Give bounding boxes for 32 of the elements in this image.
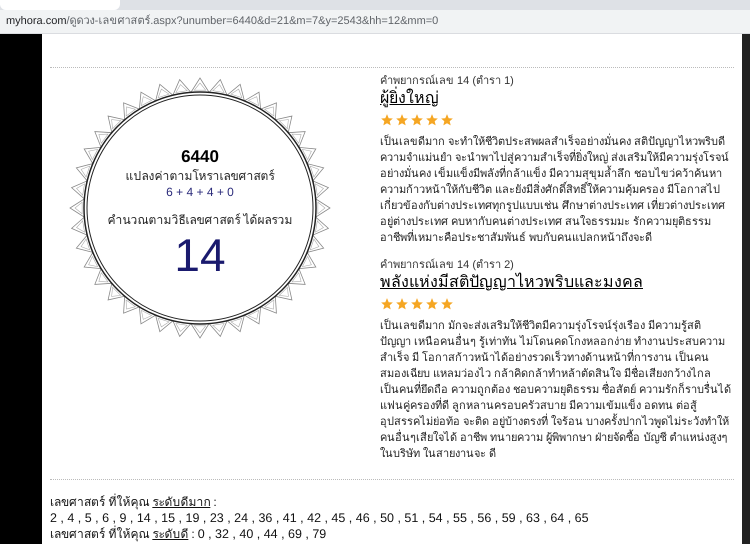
phone-number: 6440	[181, 146, 219, 168]
star-icon	[410, 113, 424, 127]
lucky-level: ระดับดีมาก	[152, 494, 210, 510]
url-path: /ดูดวง-เลขศาสตร์.aspx?unumber=6440&d=21&m=7&y=2543&hh=12&mm=0	[66, 14, 438, 30]
browser-tab[interactable]	[0, 0, 120, 10]
lucky-label: เลขศาสตร์ ที่ให้คุณ	[50, 526, 150, 542]
result-number: 14	[174, 230, 226, 280]
convert-label: แปลงค่าตามโหราเลขศาสตร์	[126, 168, 274, 184]
address-bar[interactable]: myhora.com/ดูดวง-เลขศาสตร์.aspx?unumber=6440&d=21&m=7&y=2543&hh=12&mm=0	[0, 10, 750, 34]
lucky-label: เลขศาสตร์ ที่ให้คุณ	[50, 494, 150, 510]
prediction-text: เป็นเลขดีมาก จะทำให้ชีวิตประสพผลสำเร็จอย่างมั่นคง สติปัญญาไหวพริบดี ความจำแม่นยำ จะนำพาไปสู่ความสำเร็จที่ยิ่งใหญ่ ส่งเสริมให้มีความรุ่งโรจน์ อย่างมั่นคง เข็มแข็งมีพลังที่กล้าแข็ง มีความสุขุมล้ำลึก ชอบไขว่คว้าค้นหา ความก้าวหน้าให้กับชีวิต และยังมีสิ่งศักดิ์สิทธิ์ให้ความคุ้มครอง มีโอกาสไป เกี่ยวข้องกับต่างประเทศทุกรูปแบบเช่น ศึกษาต่างประเทศ เที่ยวต่างประเทศ อยู่ต่างประเทศ คบหากับคนต่างประเทศ สนใจธรรมมะ รักความยุติธรรม อาชีพที่เหมาะคือประชาสัมพันธ์ พบกับคนแปลกหน้าถึงจะดี	[380, 134, 732, 246]
prediction-source: คำพยากรณ์เลข 14 (ตำรา 1)	[380, 74, 515, 87]
star-icon	[380, 297, 394, 311]
prediction-source: คำพยากรณ์เลข 14 (ตำรา 2)	[380, 258, 515, 272]
url-host: myhora.com	[6, 15, 67, 30]
star-icon	[425, 297, 439, 311]
star-icon	[440, 297, 454, 311]
lucky-numbers: 2 , 4 , 5 , 6 , 9 , 14 , 15 , 19 , 23 , 24 , 36 , 41 , 42 , 45 , 46 , 50 , 51 , 54 , 55 , 56 , 59 , 63 , 64 , 65	[50, 510, 590, 526]
lucky-level: ระดับดี	[152, 526, 188, 542]
star-icon	[380, 113, 394, 127]
prediction-text: เป็นเลขดีมาก มักจะส่งเสริมให้ชีวิตมีความรุ่งโรจน์รุ่งเรือง มีความรู้สติปัญญา เหนือคนอื่นๆ รู้เท่าทัน ไม่โดนคดโกงหลอกง่าย ทำงานประสบความสำเร็จ มี โอกาสก้าวหน้าได้อย่างรวดเร็วทางด้านหน้าที่การงาน เป็นคนสมองเฉียบ แหลมว่องไว กล้าคิดกล้าทำหล้าตัดสินใจ มีชื่อเสียงกว้างไกล เป็นคนที่ยึดถือ ความถูกต้อง ชอบความยุติธรรม ซื่อสัตย์ ความรักก็ราบรื่นได้แฟนคู่ครองที่ดี ลูกหลานครอบครัวสบาย มีความเข้มแข็ง อดทน ต่อสู้อุปสรรคไม่ย่อท้อ จะติด อยู่บ้างตรงที่ ใจร้อน บางครั้งปากไวพูดไม่ระวังทำให้คนอื่นๆเสียใจได้ อาชีพ ทนายความ ผู้พิพากษา ฝ่ายจัดซื้อ บัญชี ตำแหน่งสูงๆในบริษัท ในสายงานจะ ดี	[380, 318, 732, 462]
star-icon	[395, 297, 409, 311]
prediction-title: พลังแห่งมีสติปัญญาไหวพริบและมงคล	[380, 272, 643, 293]
star-icon	[425, 113, 439, 127]
star-icon	[395, 113, 409, 127]
lucky-numbers: 0 , 32 , 40 , 44 , 69 , 79	[198, 526, 326, 542]
colon: :	[213, 494, 217, 510]
prediction-title: ผู้ยิ่งใหญ่	[380, 88, 439, 110]
digits-sum: 6 + 4 + 4 + 0	[166, 184, 234, 200]
colon: :	[191, 526, 195, 542]
star-icon	[410, 297, 424, 311]
star-icon	[440, 113, 454, 127]
